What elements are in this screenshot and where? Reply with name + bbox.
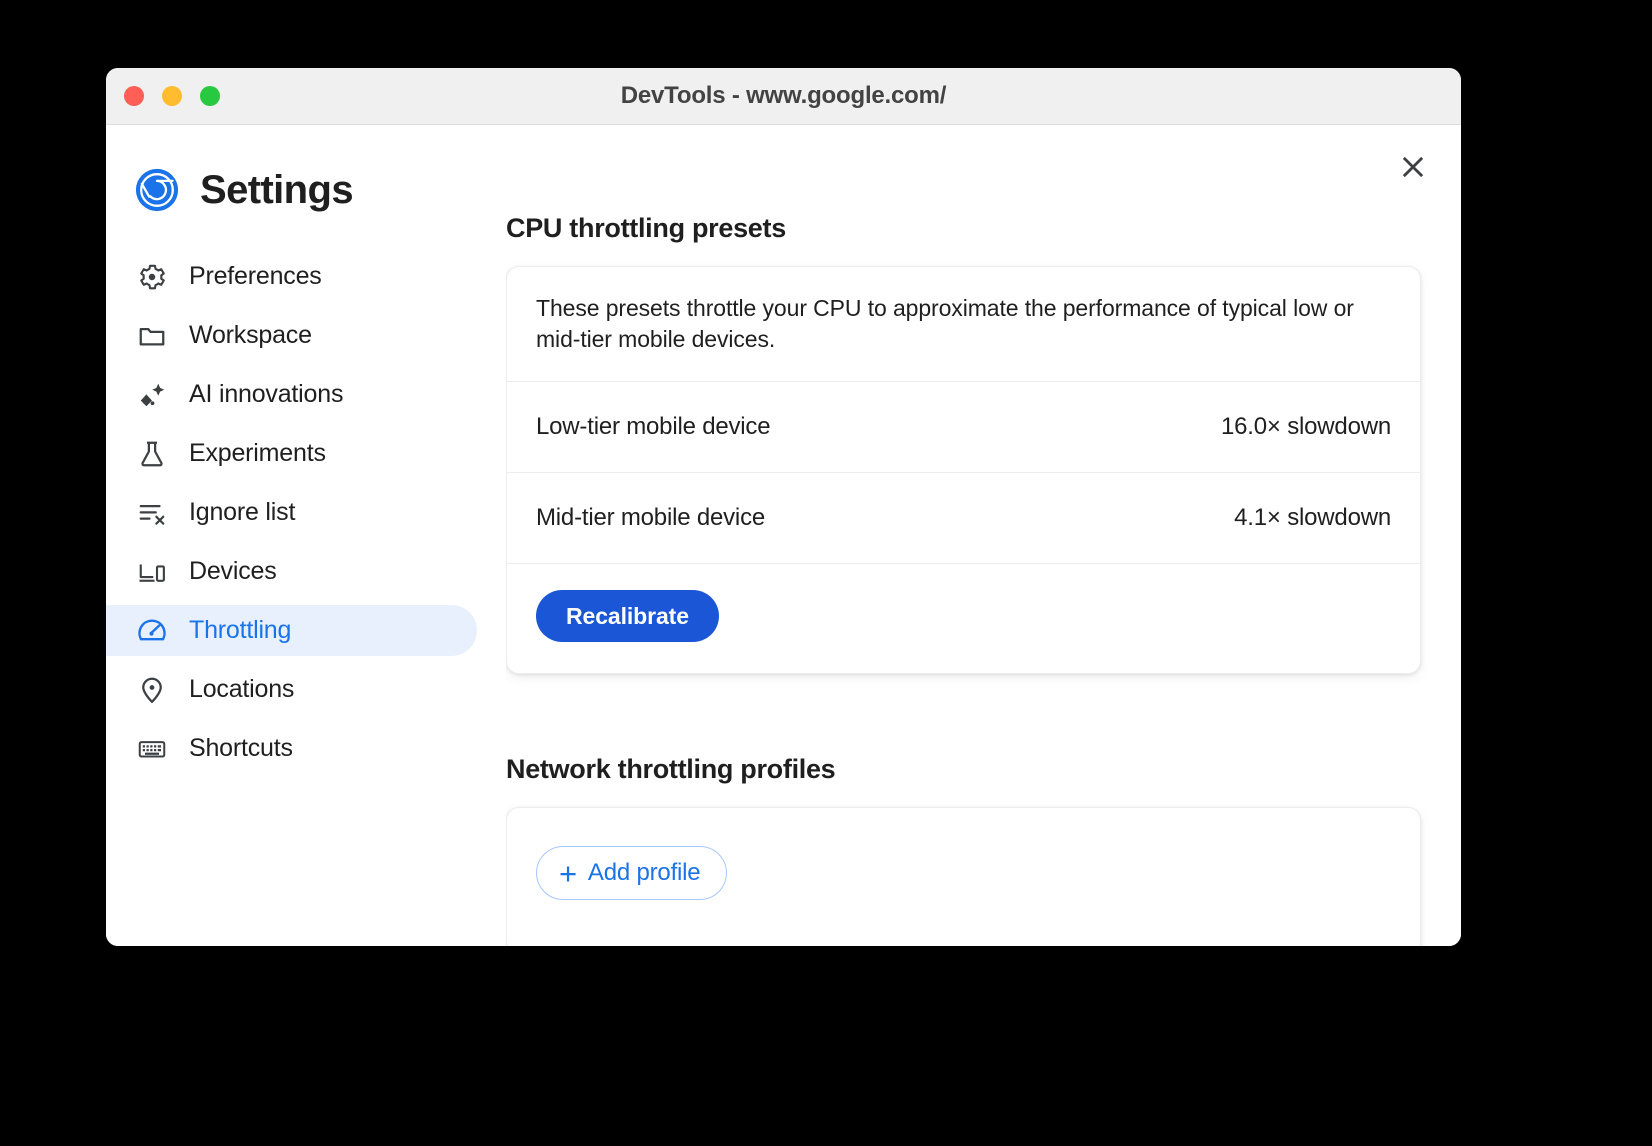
recalibrate-button[interactable]: Recalibrate [536,590,719,642]
sidebar-item-label: Throttling [189,616,291,645]
devices-icon [136,556,168,588]
sidebar-item-ignore-list[interactable]: Ignore list [106,487,506,538]
settings-title: Settings [200,168,353,213]
preset-row[interactable]: Low-tier mobile device 16.0× slowdown [507,381,1420,472]
preset-value: 16.0× slowdown [1221,413,1391,441]
sidebar-item-devices[interactable]: Devices [106,546,506,597]
devtools-window: DevTools - www.google.com/ Settings [106,68,1461,946]
chrome-logo-icon [134,167,180,213]
cpu-section-title: CPU throttling presets [506,213,1421,244]
sidebar-item-workspace[interactable]: Workspace [106,310,506,361]
sidebar-item-label: Locations [189,675,294,704]
plus-icon: + [559,858,577,889]
cpu-presets-description: These presets throttle your CPU to appro… [507,267,1420,381]
sidebar-item-experiments[interactable]: Experiments [106,428,506,479]
sidebar-item-preferences[interactable]: Preferences [106,251,506,302]
traffic-lights [124,86,220,106]
speedometer-icon [136,615,168,647]
location-pin-icon [136,674,168,706]
sidebar-item-label: Workspace [189,321,312,350]
preset-name: Low-tier mobile device [536,413,770,441]
sidebar-item-label: Devices [189,557,277,586]
add-profile-button[interactable]: + Add profile [536,846,727,900]
window-minimize-button[interactable] [162,86,182,106]
close-icon [1399,153,1427,181]
settings-brand: Settings [106,167,506,213]
settings-nav: Preferences Workspace [106,251,506,782]
sidebar-item-throttling[interactable]: Throttling [106,605,477,656]
close-settings-button[interactable] [1391,145,1435,189]
add-profile-label: Add profile [588,859,701,887]
settings-sidebar: Settings Preferences [106,125,506,946]
sidebar-item-locations[interactable]: Locations [106,664,506,715]
window-close-button[interactable] [124,86,144,106]
sidebar-item-label: Ignore list [189,498,295,527]
network-section-title: Network throttling profiles [506,754,1421,785]
title-bar: DevTools - www.google.com/ [106,68,1461,125]
section-spacer [506,674,1421,754]
cpu-card-actions: Recalibrate [507,563,1420,673]
window-title: DevTools - www.google.com/ [106,82,1461,110]
sparkle-icon [136,379,168,411]
sidebar-item-shortcuts[interactable]: Shortcuts [106,723,506,774]
folder-icon [136,320,168,352]
preset-name: Mid-tier mobile device [536,504,765,532]
window-body: Settings Preferences [106,125,1461,946]
sidebar-item-label: Experiments [189,439,326,468]
flask-icon [136,438,168,470]
sidebar-item-label: Preferences [189,262,322,291]
preset-row[interactable]: Mid-tier mobile device 4.1× slowdown [507,472,1420,563]
network-card-actions: + Add profile [507,808,1420,946]
window-maximize-button[interactable] [200,86,220,106]
cpu-presets-card: These presets throttle your CPU to appro… [506,266,1421,674]
settings-content: CPU throttling presets These presets thr… [506,125,1461,946]
sidebar-item-label: AI innovations [189,380,343,409]
gear-icon [136,261,168,293]
sidebar-item-ai-innovations[interactable]: AI innovations [106,369,506,420]
preset-value: 4.1× slowdown [1234,504,1391,532]
keyboard-icon [136,733,168,765]
network-profiles-card: + Add profile [506,807,1421,946]
sidebar-item-label: Shortcuts [189,734,293,763]
list-x-icon [136,497,168,529]
